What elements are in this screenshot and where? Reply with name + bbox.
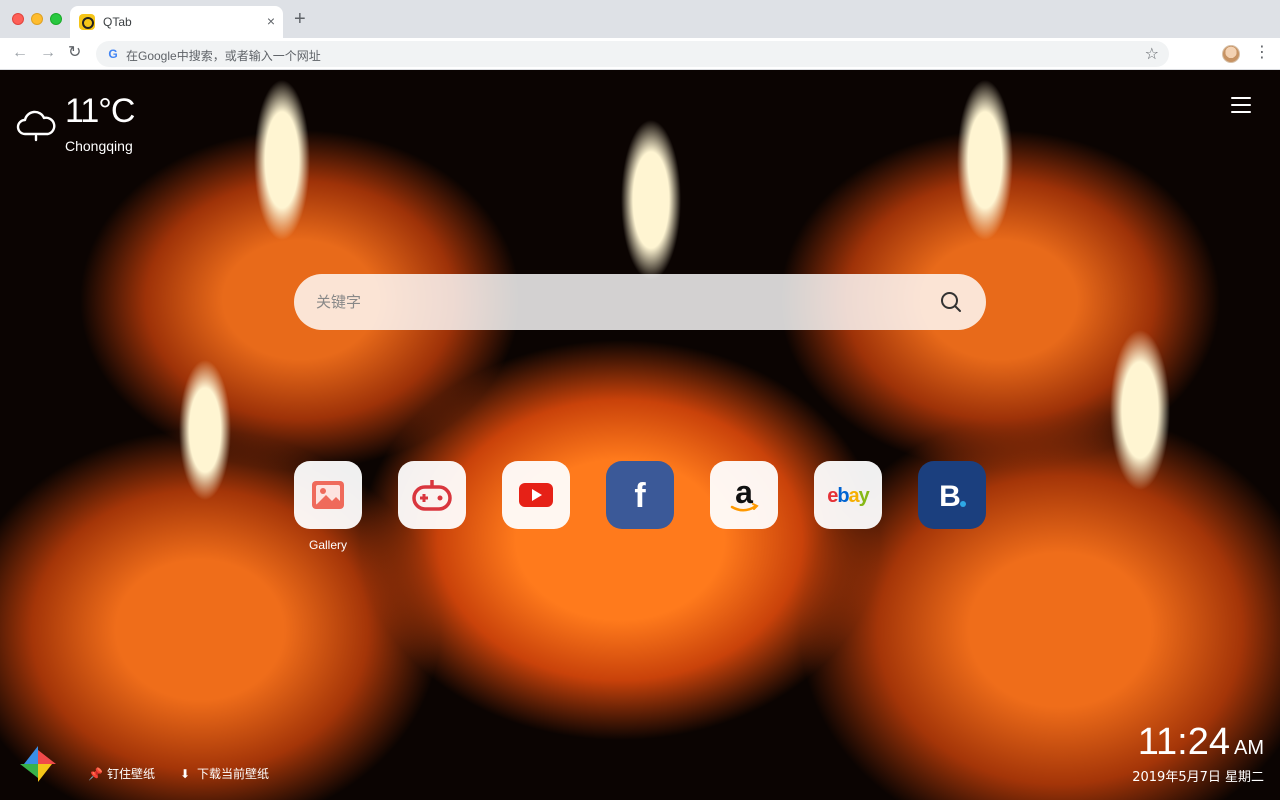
facebook-icon: f xyxy=(634,477,646,515)
browser-menu-icon[interactable]: ⋮ xyxy=(1254,43,1270,63)
tab-title: QTab xyxy=(103,15,132,29)
shortcut-games[interactable] xyxy=(398,461,466,529)
shortcut-youtube[interactable] xyxy=(502,461,570,529)
search-input[interactable] xyxy=(316,274,916,330)
tab-close-icon[interactable]: × xyxy=(267,13,275,29)
amazon-letter: a xyxy=(735,474,753,510)
facebook-letter: f xyxy=(634,477,646,515)
clock-widget: 11:24 AM 2019年5月7日 星期二 xyxy=(1132,722,1264,785)
shortcut-amazon[interactable]: a xyxy=(710,461,778,529)
booking-letter: B xyxy=(939,480,961,513)
ebay-icon: ebay xyxy=(827,485,871,507)
weather-widget[interactable]: 11°C Chongqing xyxy=(16,92,176,162)
youtube-icon xyxy=(519,483,553,507)
gamepad-icon xyxy=(412,480,452,511)
shortcut-ebay[interactable]: ebay xyxy=(814,461,882,529)
clock-date: 2019年5月7日 星期二 xyxy=(1132,770,1264,785)
profile-avatar[interactable] xyxy=(1222,45,1240,63)
browser-tab-bar: QTab × + xyxy=(0,0,1280,38)
download-wallpaper-label: 下载当前壁纸 xyxy=(197,767,270,781)
download-icon: ⬇ xyxy=(179,767,191,781)
shortcut-gallery[interactable] xyxy=(294,461,362,529)
download-wallpaper-button[interactable]: ⬇ 下载当前壁纸 xyxy=(178,765,269,782)
cloud-rain-icon xyxy=(16,110,56,142)
bookmark-star-icon[interactable]: ☆ xyxy=(1145,44,1159,64)
google-icon: G xyxy=(108,47,118,61)
shortcut-grid: Gallery f a ebay B xyxy=(294,461,994,561)
close-window-button[interactable] xyxy=(12,13,24,25)
minimize-window-button[interactable] xyxy=(31,13,43,25)
pin-icon: 📌 xyxy=(88,767,103,781)
pin-wallpaper-label: 钉住壁纸 xyxy=(107,767,156,781)
gallery-icon xyxy=(312,481,344,509)
new-tab-button[interactable]: + xyxy=(294,9,306,29)
qtab-favicon-icon xyxy=(79,14,95,30)
ebay-letter-y: y xyxy=(859,485,871,507)
tab-qtab[interactable]: QTab × xyxy=(70,6,283,38)
search-box xyxy=(294,274,986,330)
search-icon[interactable] xyxy=(940,291,962,313)
amazon-icon: a xyxy=(730,474,759,512)
reload-button[interactable]: ↻ xyxy=(68,44,81,62)
back-button[interactable]: ← xyxy=(12,44,28,62)
clock-ampm: AM xyxy=(1234,737,1264,759)
menu-icon[interactable] xyxy=(1231,97,1253,113)
shortcut-booking[interactable]: B xyxy=(918,461,986,529)
weather-city: Chongqing xyxy=(65,138,133,154)
address-bar[interactable]: G 在Google中搜索，或者输入一个网址 ☆ xyxy=(96,41,1169,67)
shortcut-facebook[interactable]: f xyxy=(606,461,674,529)
new-tab-page: 11°C Chongqing Gallery xyxy=(0,70,1280,800)
maximize-window-button[interactable] xyxy=(50,13,62,25)
browser-toolbar: ← → ↻ G 在Google中搜索，或者输入一个网址 ☆ ⋮ xyxy=(0,38,1280,70)
booking-icon: B xyxy=(939,480,966,513)
ebay-letter-b: b xyxy=(837,485,849,507)
shortcut-gallery-label: Gallery xyxy=(308,538,347,552)
qtab-logo-icon[interactable] xyxy=(18,744,58,784)
address-bar-placeholder: 在Google中搜索，或者输入一个网址 xyxy=(126,49,321,63)
svg-text:ebay: ebay xyxy=(827,485,870,507)
forward-button[interactable]: → xyxy=(40,44,56,62)
weather-temperature: 11°C xyxy=(65,92,135,130)
clock-time: 11:24 xyxy=(1137,721,1230,763)
pin-wallpaper-button[interactable]: 📌 钉住壁纸 xyxy=(88,765,155,782)
